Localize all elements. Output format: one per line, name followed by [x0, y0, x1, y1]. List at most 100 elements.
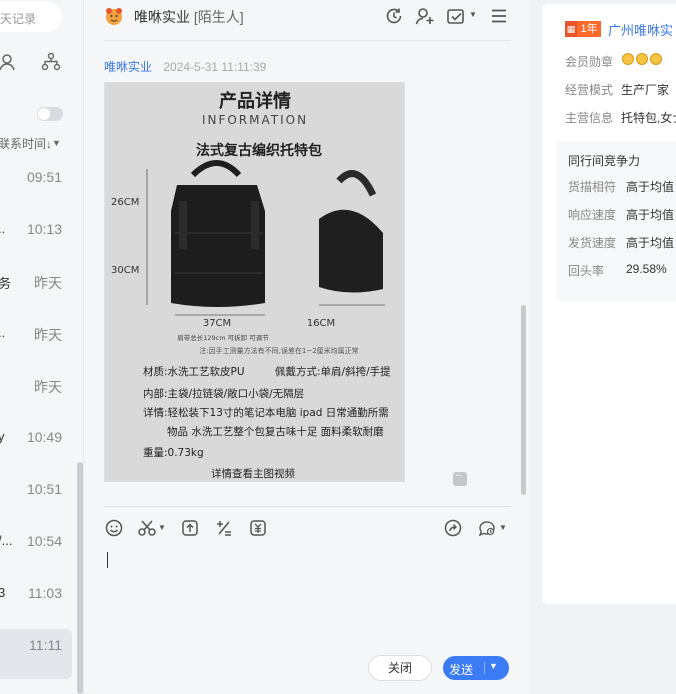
send-divider: [484, 662, 485, 674]
close-button[interactable]: 关闭: [368, 655, 432, 681]
filter-toggle[interactable]: [37, 107, 63, 121]
img-detail-2: 物品 水洗工艺整个包复古味十足 面料柔软耐磨: [167, 425, 384, 438]
add-contact-icon[interactable]: [415, 6, 435, 26]
membership-year-badge: ▦ 1年: [565, 21, 601, 37]
img-product-name: 法式复古编织托特包: [196, 142, 322, 159]
img-measure-note: 注:因手工测量方法有不同,误差在1~2厘米均属正常: [199, 346, 358, 355]
medal-icon: [622, 53, 634, 65]
comp-label: 发货速度: [568, 236, 617, 250]
list-item[interactable]: 10:51: [0, 464, 74, 514]
sort-by-time[interactable]: 联系时间↓: [0, 135, 52, 152]
input-divider: [104, 506, 510, 507]
img-strap-note: 肩带总长129cm 可拆卸 可调节: [177, 333, 269, 342]
comp-value: 高于均值: [626, 236, 675, 250]
img-heading-en: INFORMATION: [202, 113, 308, 127]
upload-file-icon[interactable]: [180, 518, 200, 538]
medal-label: 会员勋章: [565, 55, 614, 69]
img-dim-height: 26CM: [111, 197, 139, 208]
header-divider: [104, 40, 510, 41]
history-icon[interactable]: [384, 6, 404, 26]
chevron-down-icon[interactable]: ▼: [469, 10, 477, 19]
chevron-down-icon[interactable]: ▼: [52, 138, 61, 148]
send-button[interactable]: 发送 ▼: [443, 656, 509, 680]
img-dim-side: 16CM: [307, 318, 335, 329]
stranger-tag: [陌生人]: [193, 9, 244, 25]
comp-value: 高于均值: [626, 208, 675, 222]
search-input[interactable]: 天记录: [0, 2, 62, 32]
chevron-down-icon[interactable]: ▼: [158, 523, 166, 532]
company-name-link[interactable]: 广州唯咻实: [608, 20, 673, 39]
contact-icon[interactable]: [0, 52, 18, 72]
membership-icon: ▦: [565, 21, 577, 37]
contact-list-panel: 天记录 联系时间↓ ▼ 09:51 .. 10:13 务 昨天 .. 昨天 昨天…: [0, 0, 84, 694]
order-check-icon[interactable]: [446, 6, 466, 26]
comp-label: 货描相符: [568, 180, 617, 194]
list-item[interactable]: .. 10:13: [0, 204, 74, 254]
list-item-time: 10:54: [26, 533, 62, 549]
list-item[interactable]: 3 11:03: [0, 568, 74, 618]
message-sender[interactable]: 唯咻实业: [104, 60, 152, 74]
img-detail-1: 详情:轻松装下13寸的笔记本电脑 ipad 日常通勤所需: [143, 406, 389, 419]
list-item-active[interactable]: 11:11: [0, 629, 72, 679]
share-icon[interactable]: [443, 518, 463, 538]
list-item[interactable]: 务 昨天: [0, 256, 74, 306]
comp-value: 29.58%: [626, 262, 667, 276]
img-dim-width: 37CM: [203, 318, 231, 329]
screenshot-scissors-icon[interactable]: [137, 518, 157, 538]
list-item[interactable]: y 10:49: [0, 412, 74, 462]
competition-title: 同行间竞争力: [568, 154, 641, 168]
org-structure-icon[interactable]: [41, 52, 61, 72]
contact-list-scrollbar[interactable]: [77, 462, 83, 694]
business-mode-value: 生产厂家: [621, 83, 670, 97]
chat-title: 唯咻实业 [陌生人]: [134, 9, 244, 25]
list-item-time: 11:11: [29, 637, 62, 653]
list-item-time: 10:51: [26, 481, 62, 497]
business-mode-label: 经营模式: [565, 83, 614, 97]
search-placeholder: 天记录: [0, 12, 37, 26]
medal-icon: [650, 53, 662, 65]
product-image-message[interactable]: 产品详情 INFORMATION 法式复古编织托特包 26CM 30CM 37C…: [104, 82, 405, 482]
avatar[interactable]: [104, 6, 124, 26]
img-material: 材质:水洗工艺软皮PU: [143, 365, 245, 378]
product-detail-image: 产品详情 INFORMATION 法式复古编织托特包 26CM 30CM 37C…: [105, 83, 404, 481]
list-item-time: 10:13: [26, 221, 62, 237]
comp-value: 高于均值: [626, 180, 675, 194]
medal-icon: [636, 53, 648, 65]
message-meta: 唯咻实业 2024-5-31 11:11:39: [104, 58, 266, 75]
chat-scrollbar[interactable]: [521, 305, 526, 495]
price-quote-icon[interactable]: [248, 518, 268, 538]
list-item[interactable]: .. 昨天: [0, 308, 74, 358]
calculator-icon[interactable]: [214, 518, 234, 538]
chat-header: 唯咻实业 [陌生人] ▼: [84, 0, 530, 40]
list-item-time: 09:51: [26, 169, 62, 185]
chevron-down-icon[interactable]: ▼: [499, 523, 507, 532]
list-item[interactable]: /... 10:54: [0, 516, 74, 566]
comp-label: 回头率: [568, 264, 605, 278]
emoji-icon[interactable]: [104, 518, 124, 538]
img-video-note: 详情查看主图视频: [211, 467, 295, 480]
img-carry: 佩戴方式:单肩/斜挎/手提: [275, 365, 391, 378]
main-business-label: 主营信息: [565, 111, 614, 125]
img-inner: 内部:主袋/拉链袋/敞口小袋/无隔层: [143, 387, 304, 400]
comp-label: 响应速度: [568, 208, 617, 222]
chat-panel: 唯咻实业 [陌生人] ▼ 唯咻实业 2024-5-31 11:11:39 产品详…: [84, 0, 530, 694]
list-item-time: 昨天: [34, 327, 62, 343]
menu-icon[interactable]: [489, 6, 509, 26]
list-item-time: 10:49: [26, 429, 62, 445]
img-weight: 重量:0.73kg: [143, 446, 204, 459]
list-item[interactable]: 昨天: [0, 360, 74, 410]
message-time: 2024-5-31 11:11:39: [163, 60, 267, 74]
list-item-time: 11:03: [28, 585, 62, 601]
send-label: 发送: [449, 663, 474, 677]
quick-reply-icon[interactable]: [477, 518, 497, 538]
list-item[interactable]: 09:51: [0, 152, 74, 202]
more-options-icon[interactable]: [453, 470, 467, 486]
chevron-down-icon[interactable]: ▼: [489, 661, 498, 671]
main-business-value: 托特包,女士: [621, 111, 676, 125]
profile-panel: ▦ 1年 广州唯咻实 会员勋章 经营模式 生产厂家 主营信息 托特包,女士 同行…: [530, 0, 676, 694]
img-heading: 产品详情: [219, 90, 291, 112]
img-dim-depth: 30CM: [111, 265, 139, 276]
message-input[interactable]: [107, 552, 108, 568]
list-item-time: 昨天: [34, 275, 62, 291]
list-item-time: 昨天: [34, 379, 62, 395]
